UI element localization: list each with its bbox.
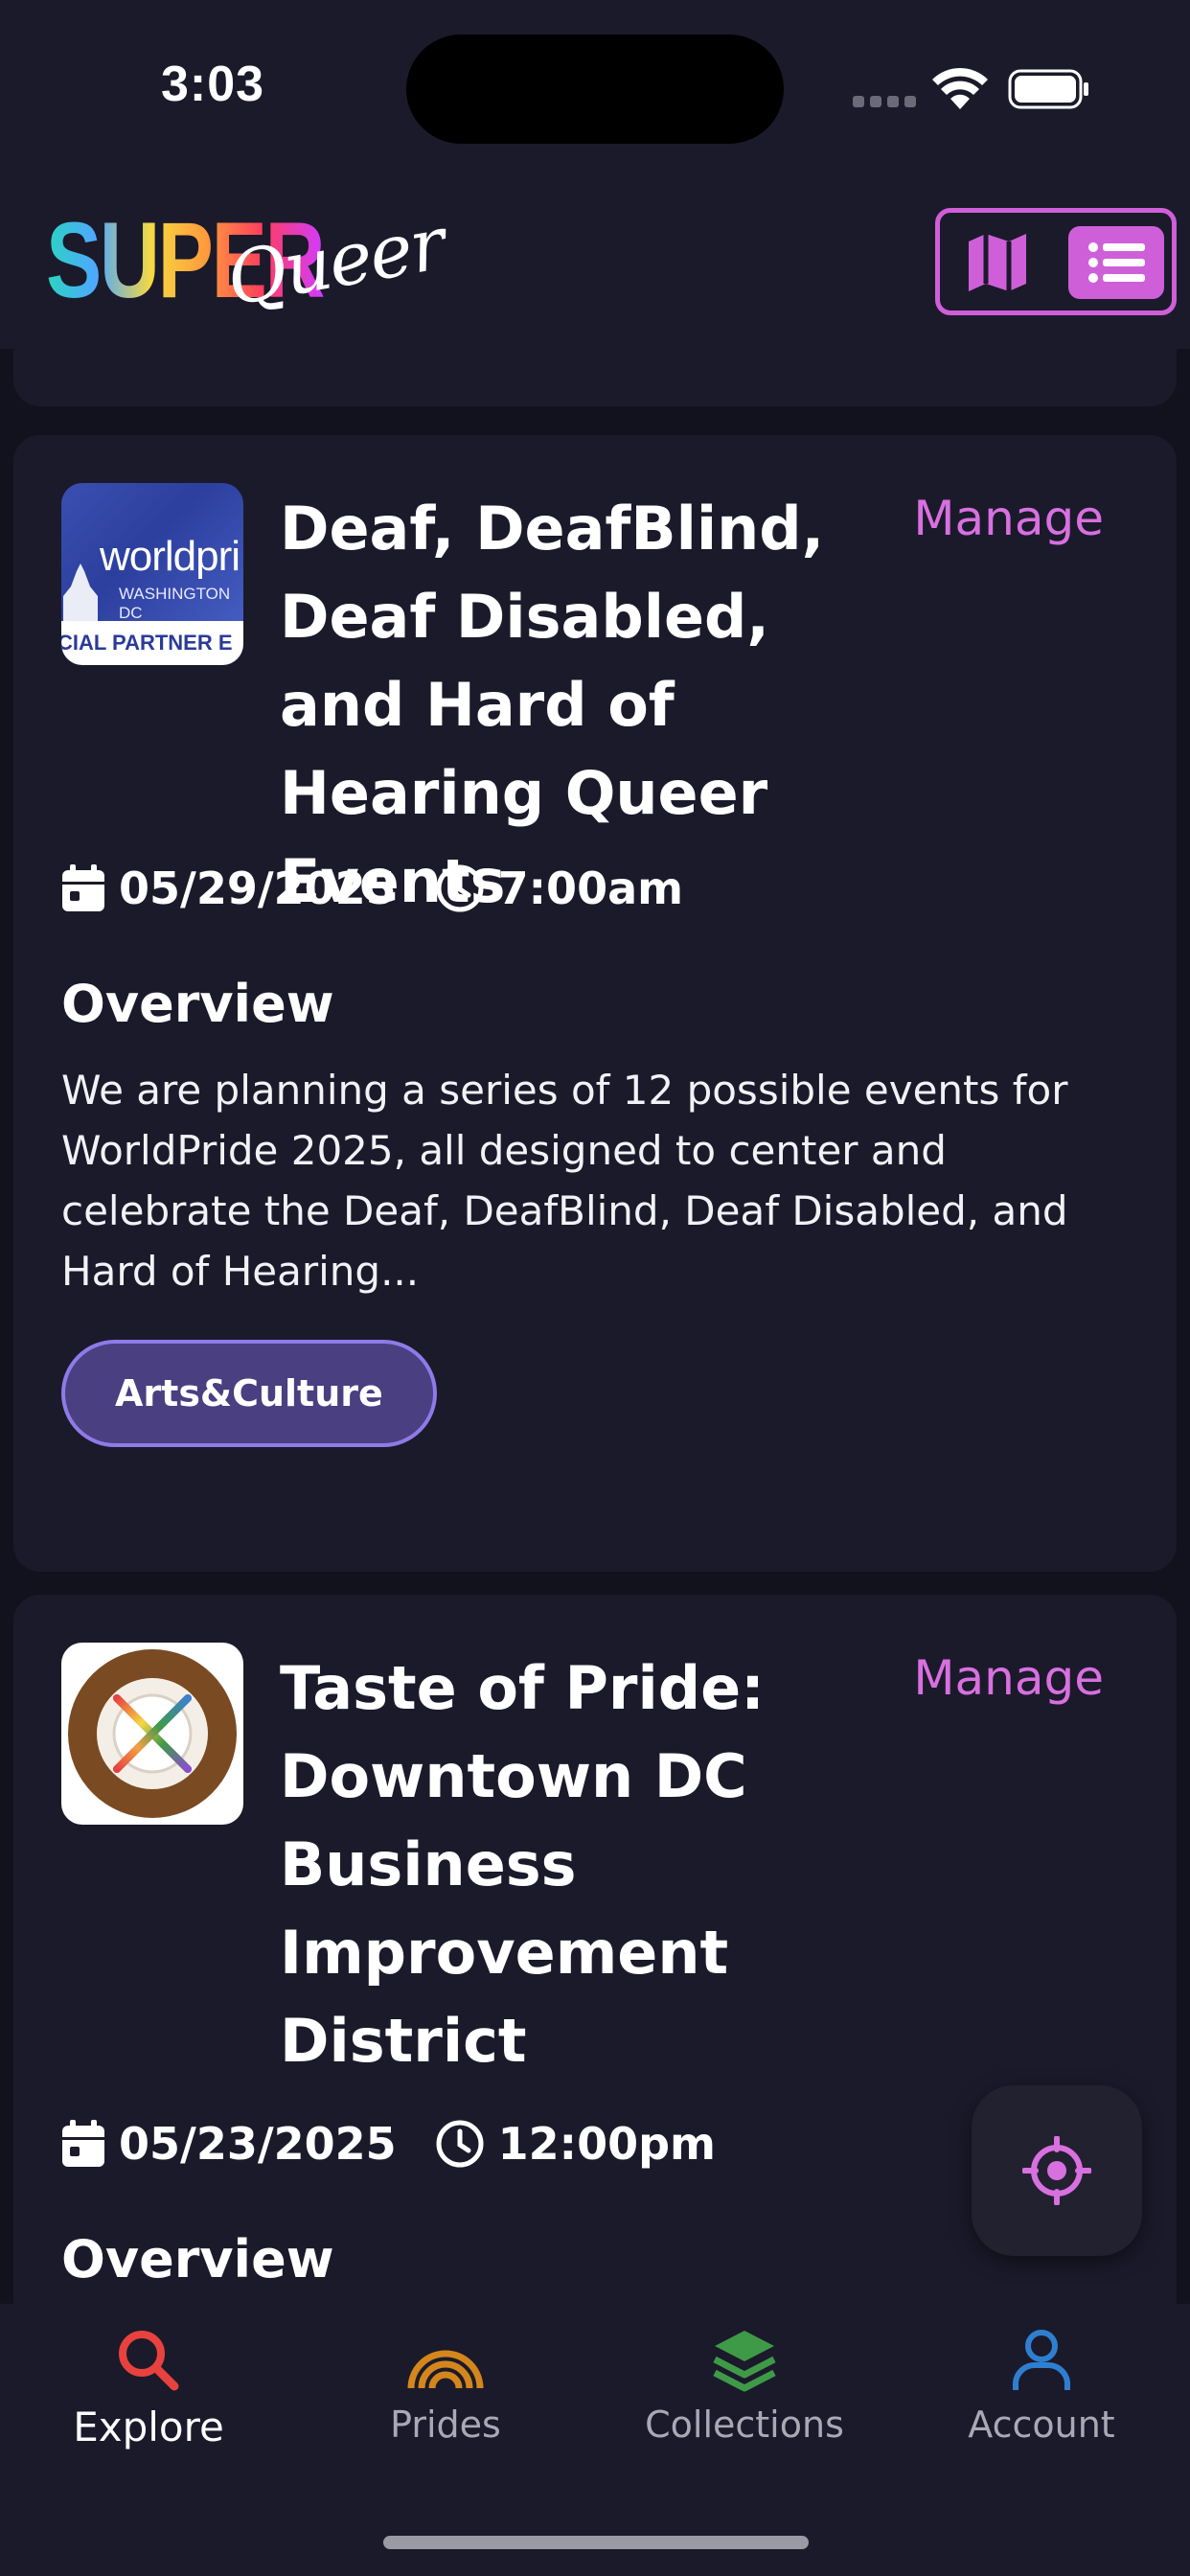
status-bar: 3:03 bbox=[0, 0, 1190, 172]
tab-explore[interactable]: Explore bbox=[5, 2327, 292, 2450]
status-time: 3:03 bbox=[161, 57, 265, 112]
tab-collections[interactable]: Collections bbox=[601, 2327, 888, 2446]
overview-text: We are planning a series of 12 possible … bbox=[61, 1067, 1068, 1295]
event-card-previous[interactable] bbox=[13, 349, 1177, 406]
manage-link[interactable]: Manage bbox=[913, 491, 1104, 546]
event-thumbnail[interactable]: worldpri WASHINGTON DC CIAL PARTNER E bbox=[61, 483, 243, 665]
event-datetime: 05/23/2025 12:00pm bbox=[61, 2118, 716, 2170]
capitol-icon bbox=[63, 564, 98, 621]
tab-prides[interactable]: Prides bbox=[302, 2327, 589, 2446]
superqueer-logo: SUPER Queer bbox=[46, 199, 450, 324]
event-date: 05/29/2025 bbox=[119, 862, 397, 914]
thumbnail-sub-text: WASHINGTON DC bbox=[119, 585, 231, 622]
dynamic-island bbox=[406, 34, 784, 144]
map-icon[interactable] bbox=[965, 230, 1030, 295]
event-title[interactable]: Taste of Pride: Downtown DC Business Imp… bbox=[280, 1644, 893, 2085]
list-icon bbox=[1088, 242, 1145, 283]
rainbow-icon bbox=[407, 2350, 484, 2389]
battery-icon bbox=[1008, 69, 1088, 109]
thumbnail-band-text: CIAL PARTNER E bbox=[61, 631, 233, 655]
layers-icon bbox=[713, 2331, 776, 2392]
event-list[interactable]: worldpri WASHINGTON DC CIAL PARTNER E De… bbox=[0, 349, 1190, 2304]
event-date: 05/23/2025 bbox=[119, 2118, 397, 2170]
crosshair-icon bbox=[1022, 2136, 1091, 2205]
clock-icon bbox=[436, 2120, 484, 2168]
person-icon bbox=[1013, 2330, 1070, 2390]
event-time: 7:00am bbox=[497, 862, 684, 914]
home-indicator bbox=[383, 2536, 809, 2549]
list-view-button[interactable] bbox=[1068, 226, 1164, 299]
cellular-signal-icon bbox=[853, 96, 916, 107]
app-header: SUPER Queer bbox=[0, 172, 1190, 349]
category-tag[interactable]: Arts&Culture bbox=[61, 1340, 437, 1447]
clock-icon bbox=[436, 864, 484, 912]
event-thumbnail[interactable] bbox=[61, 1643, 243, 1825]
tab-collections-label: Collections bbox=[645, 2404, 844, 2446]
event-datetime: 05/29/2025 7:00am bbox=[61, 862, 683, 914]
tab-explore-label: Explore bbox=[73, 2404, 224, 2450]
view-toggle bbox=[935, 208, 1177, 315]
tab-account[interactable]: Account bbox=[898, 2327, 1185, 2446]
wifi-icon bbox=[932, 67, 988, 109]
event-title[interactable]: Deaf, DeafBlind, Deaf Disabled, and Hard… bbox=[280, 485, 893, 926]
tab-prides-label: Prides bbox=[390, 2404, 501, 2446]
thumbnail-main-text: worldpri bbox=[100, 533, 240, 580]
search-icon bbox=[119, 2331, 179, 2391]
calendar-icon bbox=[62, 864, 104, 911]
locate-me-button[interactable] bbox=[972, 2085, 1142, 2256]
manage-link[interactable]: Manage bbox=[913, 1650, 1104, 1706]
calendar-icon bbox=[62, 2120, 104, 2167]
overview-heading: Overview bbox=[61, 974, 334, 1034]
thumbnail-band: CIAL PARTNER E bbox=[61, 621, 243, 665]
event-time: 12:00pm bbox=[497, 2118, 716, 2170]
taste-of-pride-logo bbox=[68, 1649, 237, 1818]
event-card[interactable]: worldpri WASHINGTON DC CIAL PARTNER E De… bbox=[13, 435, 1177, 1572]
overview-heading: Overview bbox=[61, 2229, 334, 2289]
tab-account-label: Account bbox=[968, 2404, 1115, 2446]
